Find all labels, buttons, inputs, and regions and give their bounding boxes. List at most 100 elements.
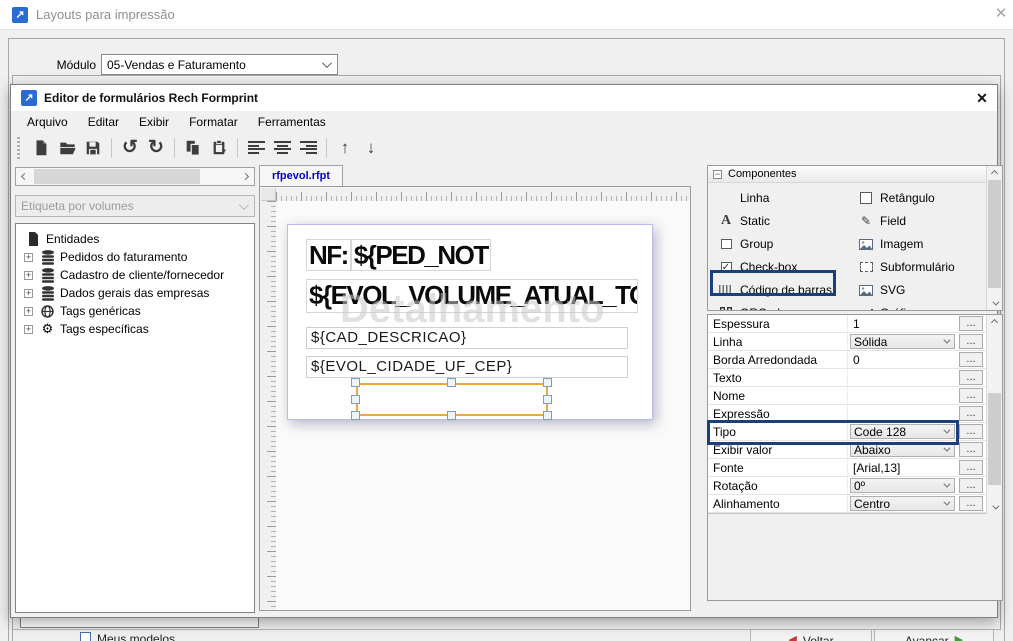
component-svg[interactable]: SVG — [858, 280, 905, 300]
tree-item-tags-especificas[interactable]: + ⚙ Tags específicas — [16, 320, 254, 338]
align-center-icon[interactable] — [269, 135, 295, 161]
scroll-down-icon[interactable] — [987, 296, 1002, 310]
resize-handle[interactable] — [543, 411, 552, 420]
component-group[interactable]: Group — [718, 234, 773, 254]
property-value[interactable]: [Arial,13] — [853, 461, 900, 475]
menu-formatar[interactable]: Formatar — [179, 113, 248, 131]
property-more-button[interactable]: ... — [959, 460, 983, 475]
property-more-button[interactable]: ... — [959, 406, 983, 421]
move-up-icon[interactable]: ↑ — [332, 135, 358, 161]
module-combobox[interactable]: 05-Vendas e Faturamento — [101, 54, 338, 75]
property-value[interactable]: 0 — [853, 353, 860, 367]
component-label: Static — [740, 214, 770, 228]
paste-icon[interactable] — [206, 135, 232, 161]
chart-icon — [858, 306, 874, 311]
resize-handle[interactable] — [351, 395, 360, 404]
menu-editar[interactable]: Editar — [78, 113, 129, 131]
component-linha[interactable]: Linha — [740, 188, 769, 208]
components-scrollbar[interactable] — [986, 166, 1002, 310]
resize-handle[interactable] — [543, 378, 552, 387]
scrollbar-thumb[interactable] — [988, 180, 1001, 288]
tree-item-dados-gerais[interactable]: + Dados gerais das empresas — [16, 284, 254, 302]
scroll-down-icon[interactable] — [987, 500, 1002, 514]
my-models-checkbox[interactable] — [80, 632, 91, 641]
scrollbar-thumb[interactable] — [34, 169, 200, 184]
redo-icon[interactable]: ↻ — [143, 135, 169, 161]
property-more-button[interactable]: ... — [959, 424, 983, 439]
property-more-button[interactable]: ... — [959, 478, 983, 493]
property-more-button[interactable]: ... — [959, 370, 983, 385]
scrollbar-thumb[interactable] — [988, 393, 1001, 485]
property-more-button[interactable]: ... — [959, 496, 983, 511]
property-dropdown[interactable]: 0º — [850, 478, 955, 493]
component-field[interactable]: ✎ Field — [858, 211, 906, 231]
main-window-close-icon[interactable]: ✕ — [992, 5, 1010, 23]
open-folder-icon[interactable] — [54, 135, 80, 161]
copy-icon[interactable] — [180, 135, 206, 161]
component-retangulo[interactable]: Retângulo — [858, 188, 935, 208]
component-grafico[interactable]: Gráfico — [858, 303, 919, 311]
move-down-icon[interactable]: ↓ — [358, 135, 384, 161]
tree-item-label: Cadastro de cliente/fornecedor — [60, 268, 224, 282]
ped-not-field[interactable]: ${PED_NOT — [351, 239, 491, 271]
expander-plus-icon[interactable]: + — [24, 325, 33, 334]
collapse-icon[interactable]: − — [713, 170, 722, 179]
resize-handle[interactable] — [351, 411, 360, 420]
etiqueta-combobox[interactable]: Etiqueta por volumes — [15, 195, 255, 217]
tab-rfpevol[interactable]: rfpevol.rfpt — [259, 165, 343, 186]
align-left-icon[interactable] — [243, 135, 269, 161]
dialog-logo-icon: ↗ — [21, 90, 37, 106]
left-horizontal-scrollbar[interactable] — [15, 167, 255, 186]
nf-static-text[interactable]: NF: — [306, 239, 351, 271]
form-page[interactable]: NF: ${PED_NOT ${EVOL_VOLUME_ATUAL_TOTA D… — [287, 224, 653, 420]
resize-handle[interactable] — [447, 378, 456, 387]
next-button[interactable]: Avançar ▶ — [874, 629, 994, 641]
expander-plus-icon[interactable]: + — [24, 289, 33, 298]
tree-item-tags-genericas[interactable]: + Tags genéricas — [16, 302, 254, 320]
module-combobox-value: 05-Vendas e Faturamento — [107, 58, 246, 72]
evol-cidade-field[interactable]: ${EVOL_CIDADE_UF_CEP} — [306, 356, 628, 378]
resize-handle[interactable] — [447, 411, 456, 420]
scroll-up-icon[interactable] — [987, 315, 1002, 329]
component-imagem[interactable]: Imagem — [858, 234, 923, 254]
property-value[interactable]: 1 — [853, 317, 860, 331]
component-static[interactable]: A Static — [718, 211, 770, 231]
dialog-close-icon[interactable]: ✕ — [973, 89, 991, 107]
scroll-right-icon[interactable] — [237, 168, 254, 185]
tree-item-cadastro[interactable]: + Cadastro de cliente/fornecedor — [16, 266, 254, 284]
tree-root-entidades[interactable]: Entidades — [16, 230, 254, 248]
scroll-left-icon[interactable] — [16, 168, 33, 185]
cad-descricao-field[interactable]: ${CAD_DESCRICAO} — [306, 327, 628, 349]
menu-exibir[interactable]: Exibir — [129, 113, 179, 131]
resize-handle[interactable] — [543, 395, 552, 404]
component-subformulario[interactable]: Subformulário — [858, 257, 955, 277]
menu-ferramentas[interactable]: Ferramentas — [248, 113, 336, 131]
components-header[interactable]: − Componentes — [708, 166, 986, 183]
property-more-button[interactable]: ... — [959, 352, 983, 367]
template-line1[interactable]: NF: ${PED_NOT — [306, 239, 491, 271]
expander-plus-icon[interactable]: + — [24, 271, 33, 280]
expander-plus-icon[interactable]: + — [24, 307, 33, 316]
chevron-down-icon — [943, 499, 950, 506]
properties-panel: Espessura 1 ... Linha Sólida ... Borda A… — [707, 314, 1003, 601]
tree-item-pedidos[interactable]: + Pedidos do faturamento — [16, 248, 254, 266]
property-more-button[interactable]: ... — [959, 442, 983, 457]
property-more-button[interactable]: ... — [959, 316, 983, 331]
save-icon[interactable] — [80, 135, 106, 161]
property-more-button[interactable]: ... — [959, 388, 983, 403]
new-file-icon[interactable] — [28, 135, 54, 161]
scroll-up-icon[interactable] — [987, 166, 1002, 180]
property-dropdown[interactable]: Centro — [850, 496, 955, 511]
menu-arquivo[interactable]: Arquivo — [17, 113, 78, 131]
property-dropdown[interactable]: Sólida — [850, 334, 955, 349]
undo-icon[interactable]: ↺ — [117, 135, 143, 161]
back-button[interactable]: ◀ Voltar — [750, 629, 872, 641]
property-more-button[interactable]: ... — [959, 334, 983, 349]
component-qrcode[interactable]: QRCode — [718, 303, 787, 311]
toolbar: ↺ ↻ ↑ ↓ — [11, 132, 997, 163]
resize-handle[interactable] — [351, 378, 360, 387]
properties-scrollbar[interactable] — [986, 315, 1002, 514]
align-right-icon[interactable] — [295, 135, 321, 161]
property-row-linha: Linha Sólida ... — [708, 333, 986, 351]
expander-plus-icon[interactable]: + — [24, 253, 33, 262]
